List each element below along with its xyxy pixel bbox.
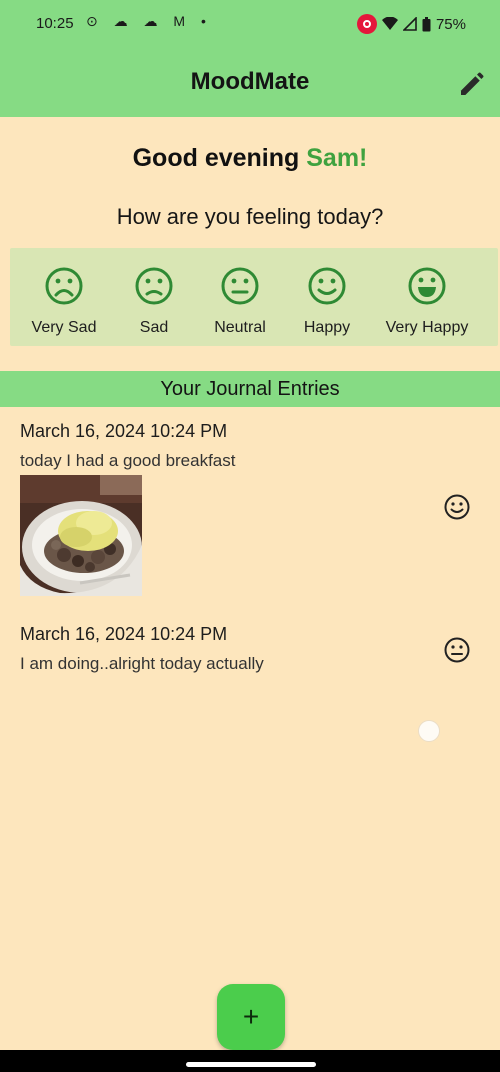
- edit-button[interactable]: [456, 70, 486, 100]
- greeting-prefix: Good evening: [132, 144, 307, 172]
- entry-text: I am doing..alright today actually: [20, 654, 264, 673]
- recording-icon: [356, 14, 377, 34]
- signal-icon: [402, 17, 417, 31]
- app-title: MoodMate: [190, 68, 310, 95]
- plus-icon: +: [242, 1001, 260, 1032]
- very-happy-face-icon: [408, 267, 446, 305]
- mood-option-neutral[interactable]: Neutral: [206, 266, 274, 337]
- entry-date: March 16, 2024 10:24 PM: [20, 624, 228, 644]
- very-sad-face-icon: [45, 267, 83, 305]
- mood-option-sad[interactable]: Sad: [124, 266, 184, 337]
- home-gesture-handle[interactable]: [186, 1062, 316, 1067]
- journal-header: Your Journal Entries: [0, 371, 500, 407]
- entry-text: today I had a good breakfast: [20, 451, 236, 470]
- system-nav-bar: [0, 1050, 500, 1072]
- happy-face-icon: [444, 494, 470, 520]
- neutral-face-icon: [221, 267, 259, 305]
- notification-icons: ⊙ ☁ ☁ M •: [86, 13, 212, 29]
- status-right: 75%: [356, 14, 466, 34]
- sad-face-icon: [135, 267, 173, 305]
- user-name: Sam!: [306, 144, 368, 172]
- status-bar: 10:25 ⊙ ☁ ☁ M • 75%: [0, 0, 500, 50]
- mood-label: Neutral: [214, 319, 266, 336]
- neutral-face-icon: [444, 637, 470, 663]
- add-entry-button[interactable]: +: [217, 984, 285, 1050]
- app-header: 10:25 ⊙ ☁ ☁ M • 75% MoodMate: [0, 0, 500, 117]
- mood-question: How are you feeling today?: [116, 204, 384, 229]
- mood-option-very-happy[interactable]: Very Happy: [378, 266, 476, 337]
- mood-selector: Very Sad Sad Neutral Happy Very Happy: [10, 248, 498, 346]
- status-time: 10:25: [36, 15, 74, 32]
- battery-icon: [422, 16, 431, 31]
- mood-label: Very Happy: [385, 319, 469, 336]
- mood-option-happy[interactable]: Happy: [296, 266, 358, 337]
- entry-date: March 16, 2024 10:24 PM: [20, 421, 228, 441]
- pencil-icon: [461, 72, 484, 95]
- greeting: Good evening Sam!: [0, 144, 500, 173]
- mood-label: Happy: [303, 319, 351, 336]
- battery-percent: 75%: [435, 15, 466, 33]
- wifi-icon: [381, 17, 398, 30]
- touch-indicator: [418, 720, 440, 742]
- mood-label: Very Sad: [31, 319, 97, 336]
- happy-face-icon: [308, 267, 346, 305]
- mood-label: Sad: [139, 319, 169, 336]
- entry-photo[interactable]: [20, 475, 142, 596]
- breakfast-photo: [20, 475, 142, 596]
- mood-option-very-sad[interactable]: Very Sad: [28, 266, 100, 337]
